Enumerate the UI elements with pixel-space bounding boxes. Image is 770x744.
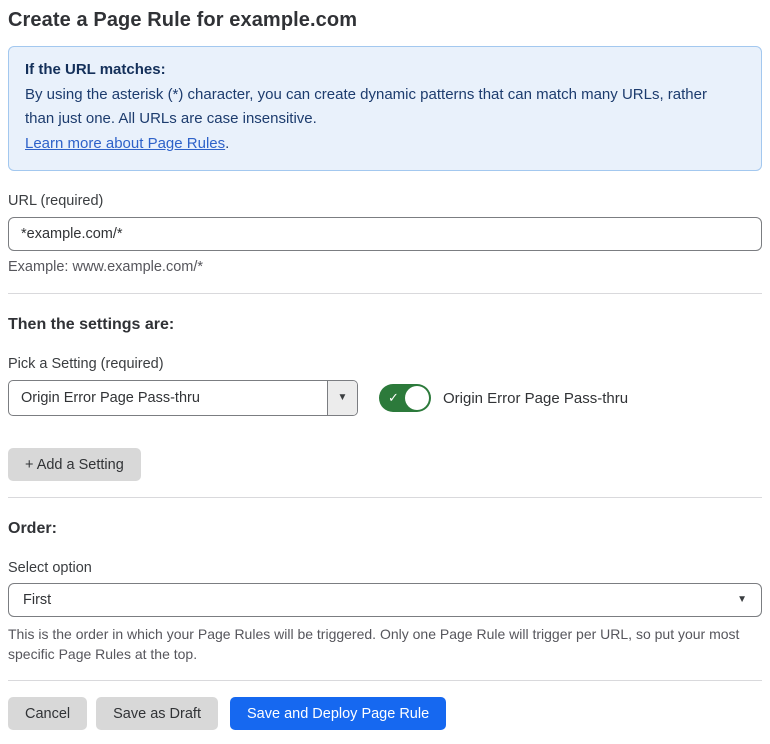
save-and-deploy-button[interactable]: Save and Deploy Page Rule xyxy=(229,697,447,730)
check-icon: ✓ xyxy=(388,390,399,406)
order-select-value: First xyxy=(23,592,52,608)
pick-setting-label: Pick a Setting (required) xyxy=(8,356,164,372)
setting-dropdown-value: Origin Error Page Pass-thru xyxy=(21,390,200,406)
add-setting-button[interactable]: + Add a Setting xyxy=(8,448,141,481)
save-as-draft-button[interactable]: Save as Draft xyxy=(96,697,218,730)
setting-toggle-label: Origin Error Page Pass-thru xyxy=(443,389,629,407)
setting-row: Origin Error Page Pass-thru ▼ ✓ Origin E… xyxy=(8,380,762,416)
link-period: . xyxy=(225,135,230,152)
select-option-label: Select option xyxy=(8,560,92,576)
order-helper-text: This is the order in which your Page Rul… xyxy=(8,626,740,662)
setting-toggle[interactable]: ✓ xyxy=(379,384,431,412)
info-box-body: By using the asterisk (*) character, you… xyxy=(25,86,707,127)
url-label: URL (required) xyxy=(8,193,104,209)
order-section-heading: Order: xyxy=(8,520,57,537)
cancel-button[interactable]: Cancel xyxy=(8,697,88,730)
learn-more-link[interactable]: Learn more about Page Rules xyxy=(25,135,225,152)
url-field-group: URL (required) Example: www.example.com/… xyxy=(8,193,762,277)
order-select[interactable]: First ▼ xyxy=(8,583,762,617)
divider xyxy=(8,293,762,294)
url-example-helper: Example: www.example.com/* xyxy=(8,259,204,275)
setting-dropdown[interactable]: Origin Error Page Pass-thru ▼ xyxy=(8,380,358,416)
settings-section-heading: Then the settings are: xyxy=(8,316,175,333)
divider xyxy=(8,497,762,498)
info-box-heading: If the URL matches: xyxy=(25,61,166,78)
chevron-down-icon: ▼ xyxy=(737,594,747,605)
create-page-rule-form: Create a Page Rule for example.com If th… xyxy=(0,0,770,744)
page-title: Create a Page Rule for example.com xyxy=(8,9,358,31)
info-box-link-row: Learn more about Page Rules. xyxy=(25,132,745,156)
chevron-down-icon: ▼ xyxy=(337,392,348,403)
url-match-info-box: If the URL matches: By using the asteris… xyxy=(8,46,762,171)
url-input[interactable] xyxy=(8,217,762,251)
divider xyxy=(8,680,762,681)
setting-dropdown-arrow-button[interactable]: ▼ xyxy=(327,381,357,415)
toggle-knob xyxy=(405,386,429,410)
footer-actions: Cancel Save as Draft Save and Deploy Pag… xyxy=(8,697,762,730)
